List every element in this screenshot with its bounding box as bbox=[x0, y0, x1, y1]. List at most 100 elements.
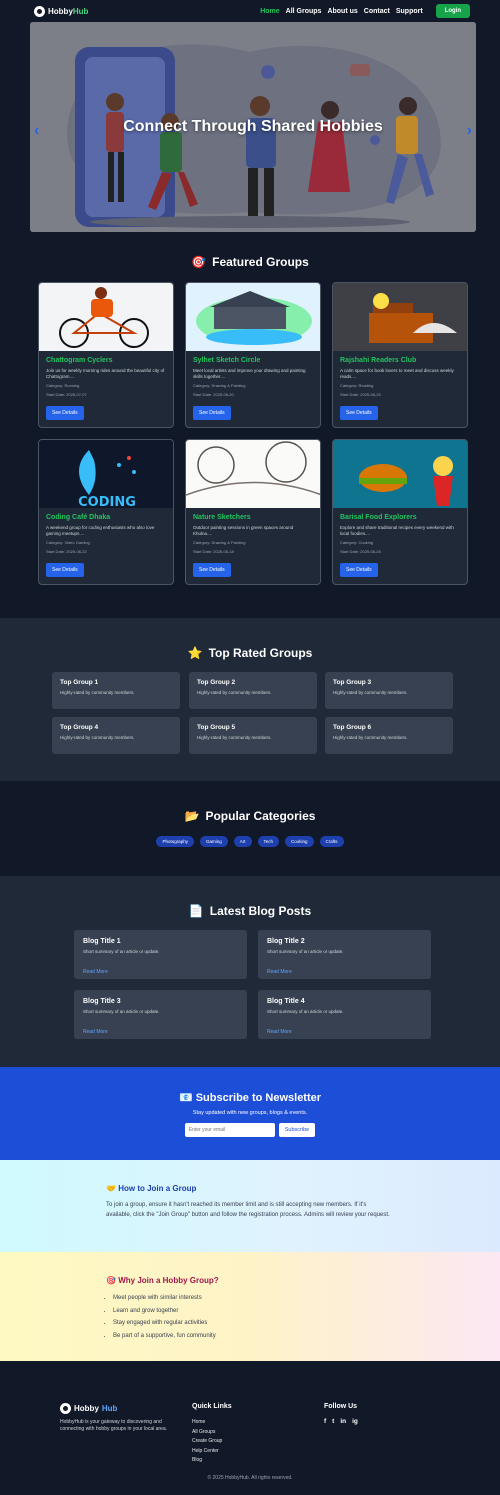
nav-link-home[interactable]: Home bbox=[260, 8, 279, 15]
see-details-button[interactable]: See Details bbox=[193, 563, 231, 577]
how-to-join-title-text: How to Join a Group bbox=[118, 1184, 197, 1193]
list-item: Meet people with similar interests bbox=[113, 1292, 216, 1305]
facebook-icon[interactable]: f bbox=[324, 1418, 326, 1425]
see-details-button[interactable]: See Details bbox=[340, 406, 378, 420]
nav-link-all-groups[interactable]: All Groups bbox=[286, 8, 322, 15]
category-value: Running bbox=[64, 383, 80, 388]
how-to-join-section: 🤝 How to Join a Group To join a group, e… bbox=[0, 1160, 500, 1252]
read-more-link[interactable]: Read More bbox=[267, 1029, 292, 1035]
group-card-image bbox=[186, 440, 320, 508]
see-details-button[interactable]: See Details bbox=[46, 563, 84, 577]
categories-title: 📂 Popular Categories bbox=[0, 809, 500, 823]
category-pill-cooking[interactable]: Cooking bbox=[285, 836, 314, 847]
top-group-name: Top Group 1 bbox=[60, 679, 99, 686]
category-pill-art[interactable]: Art bbox=[233, 836, 252, 847]
footer-quick-links-title: Quick Links bbox=[192, 1403, 232, 1410]
group-card-category: Category: Drawing & Painting bbox=[193, 540, 313, 545]
group-card-desc: Outdoor painting sessions in green space… bbox=[193, 525, 294, 536]
read-more-link[interactable]: Read More bbox=[83, 969, 108, 975]
nav-link-contact[interactable]: Contact bbox=[364, 8, 390, 15]
hero-carousel: ‹ › Connect Through Shared Hobbies bbox=[30, 22, 476, 232]
date-value: 2025-06-22 bbox=[66, 549, 87, 554]
group-card-desc: Join us for weekly morning rides around … bbox=[46, 368, 165, 379]
group-card: Chattogram Cyclers Join us for weekly mo… bbox=[38, 282, 174, 428]
footer-link-home[interactable]: Home bbox=[192, 1418, 232, 1428]
group-card: Nature Sketchers Outdoor painting sessio… bbox=[185, 439, 321, 585]
category-pill-tech[interactable]: Tech bbox=[257, 836, 280, 847]
twitter-icon[interactable]: t bbox=[332, 1418, 334, 1425]
social-links: f t in ig bbox=[324, 1418, 358, 1425]
top-group-card[interactable]: Top Group 5 Highly-rated by community me… bbox=[189, 717, 317, 754]
brand-name-b: Hub bbox=[72, 6, 89, 16]
group-card-title: Rajshahi Readers Club bbox=[340, 357, 417, 364]
blog-title: 📄 Latest Blog Posts bbox=[0, 904, 500, 918]
group-card-category: Category: Cooking bbox=[340, 540, 460, 545]
group-card-date: Start Date: 2025-06-22 bbox=[46, 549, 166, 554]
date-value: 2025-07-07 bbox=[66, 392, 87, 397]
group-card-image bbox=[186, 283, 320, 351]
brand-logo[interactable]: Hobby Hub bbox=[34, 5, 89, 17]
handshake-icon: 🤝 bbox=[106, 1184, 116, 1193]
date-label: Start Date: bbox=[340, 549, 360, 554]
top-group-card[interactable]: Top Group 2 Highly-rated by community me… bbox=[189, 672, 317, 709]
category-pills: Photography Gaming Art Tech Cooking Craf… bbox=[0, 836, 500, 847]
group-card-category: Category: Drawing & Painting bbox=[193, 383, 313, 388]
instagram-icon[interactable]: ig bbox=[352, 1418, 358, 1425]
top-group-card[interactable]: Top Group 1 Highly-rated by community me… bbox=[52, 672, 180, 709]
group-card-image: CODING bbox=[39, 440, 173, 508]
category-value: Cooking bbox=[358, 540, 374, 545]
date-value: 2025-06-18 bbox=[213, 549, 234, 554]
top-group-desc: Highly-rated by community members. bbox=[333, 690, 408, 695]
top-group-name: Top Group 5 bbox=[197, 724, 236, 731]
footer-link-blog[interactable]: Blog bbox=[192, 1456, 232, 1466]
see-details-button[interactable]: See Details bbox=[340, 563, 378, 577]
footer-link-help-center[interactable]: Help Center bbox=[192, 1447, 232, 1457]
mail-icon: 📧 bbox=[178, 1092, 193, 1104]
top-group-card[interactable]: Top Group 4 Highly-rated by community me… bbox=[52, 717, 180, 754]
group-card-category: Category: Reading bbox=[340, 383, 460, 388]
login-button[interactable]: Login bbox=[435, 4, 470, 18]
category-pill-photography[interactable]: Photography bbox=[156, 836, 194, 847]
list-item: Learn and grow together bbox=[113, 1305, 216, 1318]
group-card: CODING Coding Café Dhaka A weekend group… bbox=[38, 439, 174, 585]
target-icon: 🎯 bbox=[106, 1276, 116, 1285]
folder-icon: 📂 bbox=[184, 809, 200, 823]
top-navbar: Hobby Hub Home All Groups About us Contac… bbox=[0, 0, 500, 22]
blog-card-summary: Short summary of an article or update. bbox=[83, 1009, 160, 1014]
read-more-link[interactable]: Read More bbox=[267, 969, 292, 975]
group-card-image bbox=[333, 440, 467, 508]
read-more-link[interactable]: Read More bbox=[83, 1029, 108, 1035]
why-join-list: Meet people with similar interests Learn… bbox=[113, 1292, 216, 1342]
footer-logo[interactable]: Hobby Hub bbox=[60, 1403, 180, 1414]
footer-follow-title: Follow Us bbox=[324, 1403, 358, 1410]
featured-title: 🎯 Featured Groups bbox=[0, 255, 500, 269]
logo-icon bbox=[60, 1403, 71, 1414]
nav-link-support[interactable]: Support bbox=[396, 8, 423, 15]
category-pill-gaming[interactable]: Gaming bbox=[199, 836, 228, 847]
footer-link-all-groups[interactable]: All Groups bbox=[192, 1428, 232, 1438]
group-card: Sylhet Sketch Circle Meet local artists … bbox=[185, 282, 321, 428]
subscribe-button[interactable]: Subscribe bbox=[278, 1123, 316, 1137]
top-group-card[interactable]: Top Group 6 Highly-rated by community me… bbox=[325, 717, 453, 754]
see-details-button[interactable]: See Details bbox=[46, 406, 84, 420]
top-group-desc: Highly-rated by community members. bbox=[197, 735, 272, 740]
group-card-date: Start Date: 2025-06-25 bbox=[340, 392, 460, 397]
nav-link-about[interactable]: About us bbox=[327, 8, 357, 15]
group-card-date: Start Date: 2025-07-07 bbox=[46, 392, 166, 397]
document-icon: 📄 bbox=[188, 904, 204, 918]
top-group-name: Top Group 2 bbox=[197, 679, 236, 686]
category-value: Video Gaming bbox=[64, 540, 90, 545]
see-details-button[interactable]: See Details bbox=[193, 406, 231, 420]
footer-brand-b: Hub bbox=[101, 1404, 118, 1413]
top-rated-title: ⭐ Top Rated Groups bbox=[0, 646, 500, 660]
top-group-card[interactable]: Top Group 3 Highly-rated by community me… bbox=[325, 672, 453, 709]
footer-follow: Follow Us f t in ig bbox=[324, 1403, 358, 1425]
group-card-image bbox=[39, 283, 173, 351]
copyright: © 2025 HobbyHub. All rights reserved. bbox=[207, 1475, 293, 1481]
category-pill-crafts[interactable]: Crafts bbox=[319, 836, 344, 847]
newsletter-section: 📧 Subscribe to Newsletter Stay updated w… bbox=[0, 1067, 500, 1160]
blog-card-summary: Short summary of an article or update. bbox=[267, 1009, 344, 1014]
linkedin-icon[interactable]: in bbox=[340, 1418, 346, 1425]
newsletter-email-input[interactable] bbox=[184, 1123, 275, 1137]
footer-link-create-group[interactable]: Create Group bbox=[192, 1437, 232, 1447]
